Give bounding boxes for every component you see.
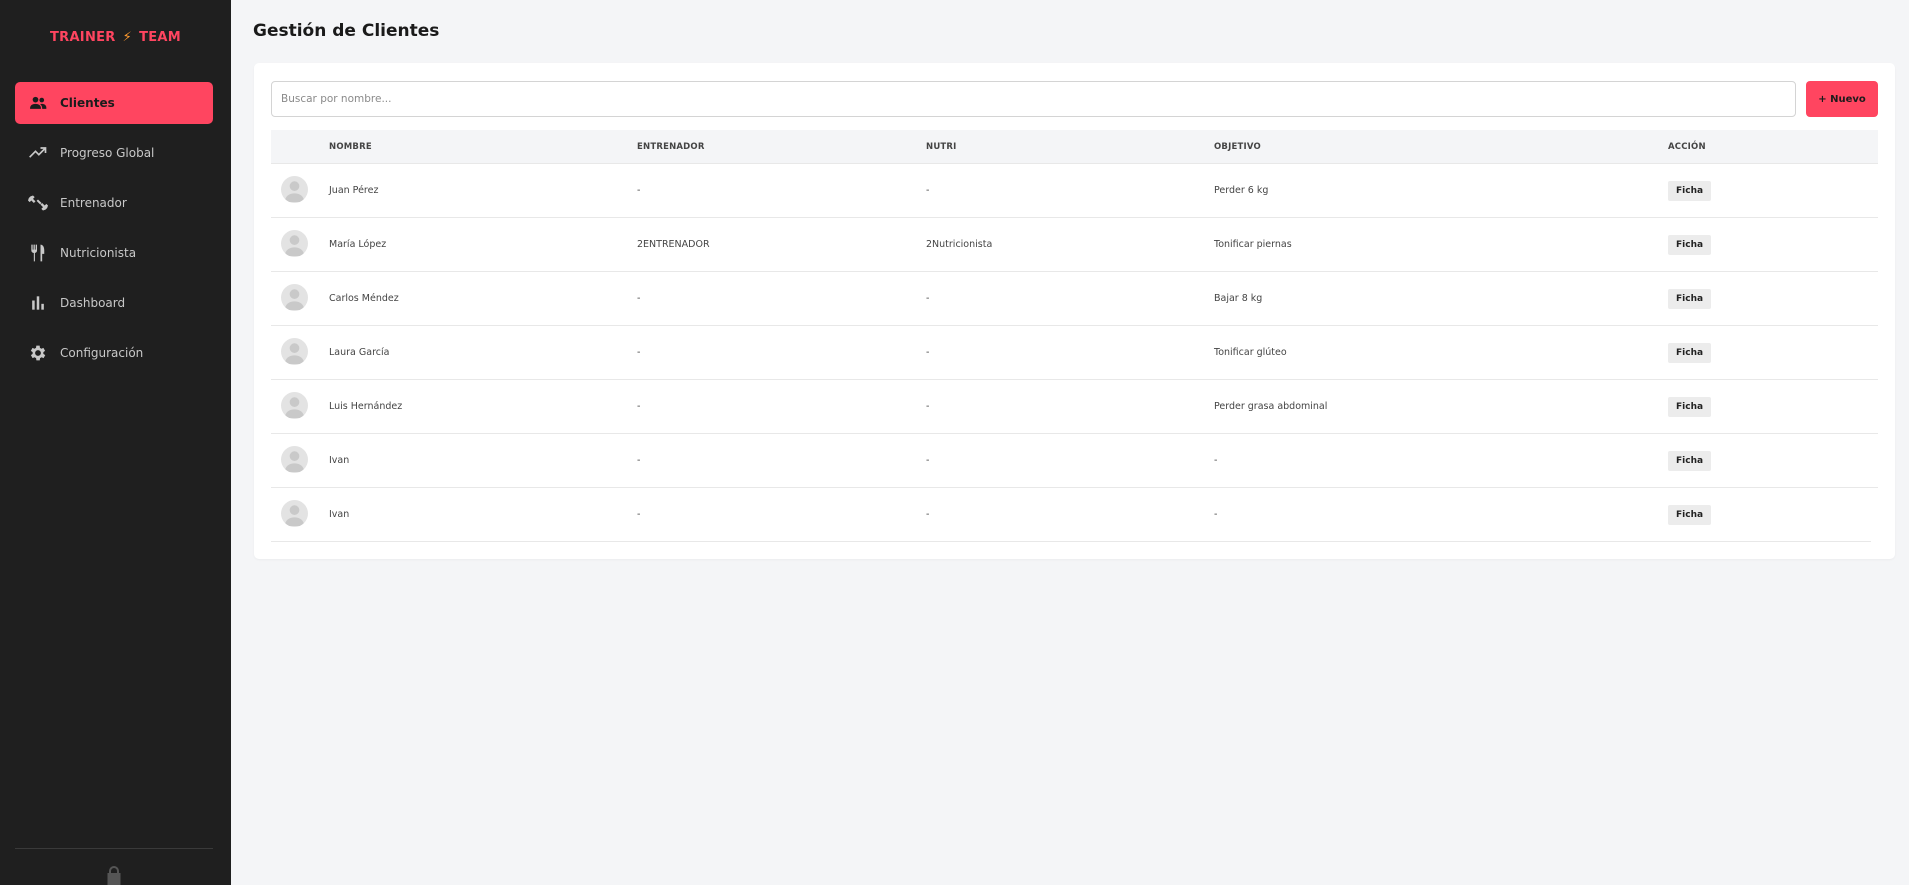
cell-objetivo: Bajar 8 kg (1214, 293, 1263, 304)
sidebar-divider (15, 848, 213, 849)
cell-objetivo: Tonificar glúteo (1214, 347, 1287, 358)
table-row[interactable]: Luis Hernández - - Perder grasa abdomina… (271, 380, 1878, 434)
cell-entrenador: - (637, 401, 641, 412)
brand-right: TEAM (139, 30, 182, 45)
sidebar-item-label: Progreso Global (60, 146, 155, 160)
brand-left: TRAINER (49, 30, 116, 45)
cell-nutri: - (926, 509, 930, 520)
table-row[interactable]: Carlos Méndez - - Bajar 8 kg Ficha (271, 272, 1878, 326)
cell-nutri: 2Nutricionista (926, 239, 993, 250)
ficha-button[interactable]: Ficha (1668, 451, 1712, 471)
sidebar-item-label: Entrenador (60, 196, 127, 210)
ficha-button[interactable]: Ficha (1668, 397, 1712, 417)
page-title: Gestión de Clientes (253, 21, 440, 41)
users-icon (27, 92, 49, 114)
cell-objetivo: Perder 6 kg (1214, 185, 1269, 196)
sidebar-item-progreso-global[interactable]: Progreso Global (15, 132, 213, 174)
cutlery-icon (27, 242, 49, 264)
table-body: Juan Pérez - - Perder 6 kg Ficha María L… (271, 164, 1878, 542)
cell-entrenador: - (637, 347, 641, 358)
ficha-button[interactable]: Ficha (1668, 235, 1712, 255)
header-nutri[interactable]: NUTRI (926, 130, 957, 164)
sidebar-item-clientes[interactable]: Clientes (15, 82, 213, 124)
cell-nutri: - (926, 455, 930, 466)
bar-chart-icon (27, 292, 49, 314)
cell-objetivo: Tonificar piernas (1214, 239, 1292, 250)
sidebar-item-entrenador[interactable]: Entrenador (15, 182, 213, 224)
bolt-icon: ⚡︎ (122, 30, 133, 45)
cell-nutri: - (926, 401, 930, 412)
avatar (281, 500, 308, 527)
cell-objetivo: - (1214, 455, 1218, 466)
avatar (281, 230, 308, 257)
cell-nombre: Laura García (329, 347, 390, 358)
avatar (281, 176, 308, 203)
cell-objetivo: Perder grasa abdominal (1214, 401, 1328, 412)
table-row[interactable]: Juan Pérez - - Perder 6 kg Ficha (271, 164, 1878, 218)
cell-nombre: Juan Pérez (329, 185, 379, 196)
cell-entrenador: - (637, 455, 641, 466)
search-input[interactable] (271, 81, 1796, 117)
clients-table: NOMBRE ENTRENADOR NUTRI OBJETIVO ACCIÓN … (271, 130, 1878, 542)
header-objetivo[interactable]: OBJETIVO (1214, 130, 1261, 164)
cell-entrenador: - (637, 185, 641, 196)
sidebar-item-configuracion[interactable]: Configuración (15, 332, 213, 374)
cell-nutri: - (926, 185, 930, 196)
sidebar-item-label: Configuración (60, 346, 144, 360)
sidebar-item-label: Nutricionista (60, 246, 137, 260)
cell-nombre: Ivan (329, 509, 350, 520)
ficha-button[interactable]: Ficha (1668, 343, 1712, 363)
cell-entrenador: - (637, 509, 641, 520)
header-accion: ACCIÓN (1668, 142, 1706, 152)
table-header: NOMBRE ENTRENADOR NUTRI OBJETIVO ACCIÓN (271, 130, 1878, 164)
sidebar-item-nutricionista[interactable]: Nutricionista (15, 232, 213, 274)
avatar (281, 338, 308, 365)
sidebar-item-label: Clientes (60, 96, 115, 110)
avatar (281, 392, 308, 419)
ficha-button[interactable]: Ficha (1668, 505, 1712, 525)
cell-nombre: Luis Hernández (329, 401, 403, 412)
brand-logo[interactable]: TRAINER ⚡︎ TEAM (0, 30, 231, 45)
header-nombre[interactable]: NOMBRE (329, 130, 372, 164)
sidebar-nav: Clientes Progreso Global Entrenador Nutr… (15, 82, 213, 382)
sidebar: TRAINER ⚡︎ TEAM Clientes Progreso Global E… (0, 0, 231, 885)
avatar (281, 284, 308, 311)
sidebar-item-label: Dashboard (60, 296, 126, 310)
lock-icon[interactable] (106, 865, 122, 885)
header-entrenador[interactable]: ENTRENADOR (637, 130, 705, 164)
dumbbell-icon (27, 192, 49, 214)
clients-card: + Nuevo NOMBRE ENTRENADOR NUTRI OBJETIVO… (254, 63, 1895, 559)
trending-up-icon (27, 142, 49, 164)
table-row[interactable]: María López 2ENTRENADOR 2Nutricionista T… (271, 218, 1878, 272)
cell-nombre: Ivan (329, 455, 350, 466)
cell-nombre: Carlos Méndez (329, 293, 399, 304)
new-client-button[interactable]: + Nuevo (1806, 81, 1878, 117)
avatar (281, 446, 308, 473)
sidebar-item-dashboard[interactable]: Dashboard (15, 282, 213, 324)
cell-entrenador: 2ENTRENADOR (637, 239, 710, 250)
cell-nutri: - (926, 347, 930, 358)
cell-nutri: - (926, 293, 930, 304)
table-row[interactable]: Ivan - - - Ficha (271, 434, 1878, 488)
table-row[interactable]: Ivan - - - Ficha (271, 488, 1871, 542)
cell-objetivo: - (1214, 509, 1218, 520)
table-row[interactable]: Laura García - - Tonificar glúteo Ficha (271, 326, 1878, 380)
gear-icon (27, 342, 49, 364)
cell-nombre: María López (329, 239, 387, 250)
ficha-button[interactable]: Ficha (1668, 289, 1712, 309)
cell-entrenador: - (637, 293, 641, 304)
ficha-button[interactable]: Ficha (1668, 181, 1712, 201)
